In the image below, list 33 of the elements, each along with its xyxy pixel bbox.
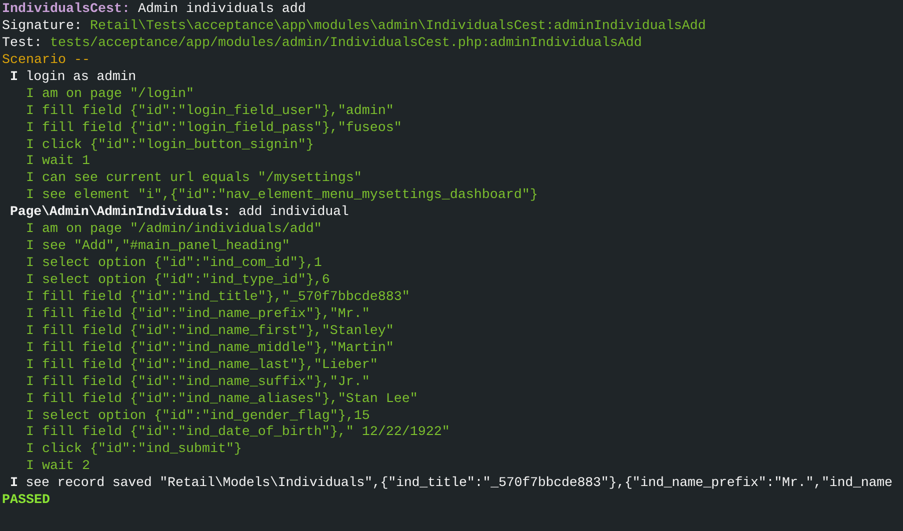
field-label: Test: [2,36,42,53]
action-line: I fill field {"id":"ind_name_last"},"Lieber" [26,358,378,373]
step-line: I login as admin [10,70,136,85]
action-line: I wait 1 [26,154,90,170]
step-line: Page\Admin\AdminIndividuals: add individual [10,205,349,220]
action-line: I see element "i",{"id":"nav_element_menu_mysettings_dashboard"} [26,188,538,204]
action-line: I fill field {"id":"login_field_pass"},"fuseos" [26,120,402,136]
field-label: Signature: [2,18,82,36]
action-line: I select option {"id":"ind_gender_flag"},15 [26,408,370,424]
action-line: I see "Add","#main_panel_heading" [26,239,290,254]
test-status: PASSED [2,493,50,508]
action-line: I wait 2 [26,459,90,474]
action-line: I fill field {"id":"ind_name_middle"},"Martin" [26,340,394,356]
action-line: I click {"id":"ind_submit"} [26,442,242,458]
action-line: I click {"id":"login_button_signin"} [26,138,314,152]
action-line: I am on page "/login" [26,86,194,102]
action-line: I fill field {"id":"login_field_user"},"admin" [26,104,394,119]
action-line: I am on page "/admin/individuals/add" [26,222,322,238]
test-class-label: IndividualsCest: [2,2,130,19]
step-line: I see record saved "Retail\Models\Individuals",{"ind_title":"_570f7bbcde883"},{"ind_name_prefix":"Mr.","ind_name [10,476,892,492]
action-line: I select option {"id":"ind_type_id"},6 [26,273,330,288]
action-line: I can see current url equals "/mysettings" [26,171,362,186]
action-line: I fill field {"id":"ind_name_prefix"},"Mr." [26,306,370,322]
field-value: tests/acceptance/app/modules/admin/IndividualsCest.php:adminIndividualsAdd [50,36,642,53]
action-line: I fill field {"id":"ind_name_aliases"},"Stan Lee" [26,392,418,407]
action-line: I fill field {"id":"ind_date_of_birth"}," 12/22/1922" [26,425,450,440]
field-value: Retail\Tests\acceptance\app\modules\admin\IndividualsCest:adminIndividualsAdd [90,18,706,36]
action-line: I select option {"id":"ind_com_id"},1 [26,256,322,272]
action-line: I fill field {"id":"ind_title"},"_570f7bbcde883" [26,290,410,305]
action-line: I fill field {"id":"ind_name_first"},"Stanley" [26,324,394,339]
scenario-heading: Scenario -- [2,52,90,68]
test-name: Admin individuals add [138,2,306,19]
action-line: I fill field {"id":"ind_name_suffix"},"Jr." [26,374,370,390]
